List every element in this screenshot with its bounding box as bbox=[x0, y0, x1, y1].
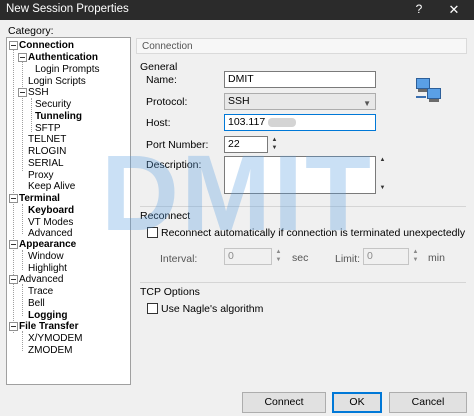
monitor-stand-icon bbox=[429, 99, 439, 102]
interval-spin-up-icon[interactable]: ▲ bbox=[274, 249, 283, 256]
category-tree[interactable]: Connection Authentication Login Prompts … bbox=[6, 37, 131, 385]
reconnect-checkbox-label[interactable]: Reconnect automatically if connection is… bbox=[161, 227, 465, 239]
description-scroll-down-icon[interactable]: ▼ bbox=[378, 185, 387, 192]
tree-item-login-scripts[interactable]: Login Scripts bbox=[28, 76, 86, 87]
nagle-checkbox-label[interactable]: Use Nagle's algorithm bbox=[161, 303, 263, 315]
name-label: Name: bbox=[146, 74, 177, 86]
tree-item-file-transfer[interactable]: File Transfer bbox=[19, 321, 78, 332]
tree-connector bbox=[13, 50, 14, 333]
tcp-options-label: TCP Options bbox=[140, 286, 200, 298]
tree-item-tunneling[interactable]: Tunneling bbox=[35, 111, 82, 122]
tree-item-security[interactable]: Security bbox=[35, 99, 71, 110]
panel-header: Connection bbox=[136, 38, 467, 54]
expand-toggle[interactable] bbox=[9, 322, 18, 331]
host-field[interactable]: 103.117 bbox=[224, 114, 376, 131]
tree-item-ssh[interactable]: SSH bbox=[28, 87, 49, 98]
network-cable-icon bbox=[416, 96, 426, 98]
protocol-select-value: SSH bbox=[228, 95, 250, 107]
expand-toggle[interactable] bbox=[9, 41, 18, 50]
port-spin-down-icon[interactable]: ▼ bbox=[270, 145, 279, 152]
tree-item-telnet[interactable]: TELNET bbox=[28, 134, 66, 145]
window-title: New Session Properties bbox=[6, 3, 129, 15]
description-field[interactable] bbox=[224, 156, 376, 194]
description-label: Description: bbox=[146, 159, 202, 171]
reconnect-group-label: Reconnect bbox=[140, 210, 191, 222]
separator bbox=[140, 282, 466, 283]
port-spin-up-icon[interactable]: ▲ bbox=[270, 137, 279, 144]
tree-item-vt-modes[interactable]: VT Modes bbox=[28, 217, 73, 228]
connect-button[interactable]: Connect bbox=[242, 392, 326, 413]
expand-toggle[interactable] bbox=[18, 88, 27, 97]
description-scroll-up-icon[interactable]: ▲ bbox=[378, 157, 387, 164]
tree-item-connection[interactable]: Connection bbox=[19, 40, 74, 51]
network-computers-icon bbox=[414, 76, 444, 104]
tree-item-zmodem[interactable]: ZMODEM bbox=[28, 345, 72, 356]
help-button[interactable]: ? bbox=[412, 2, 426, 16]
tree-item-window[interactable]: Window bbox=[28, 251, 64, 262]
tree-item-login-prompts[interactable]: Login Prompts bbox=[35, 64, 99, 75]
tree-connector bbox=[22, 331, 23, 351]
tree-item-serial[interactable]: SERIAL bbox=[28, 158, 64, 169]
limit-field[interactable]: 0 bbox=[363, 248, 409, 265]
tree-item-terminal-advanced[interactable]: Advanced bbox=[28, 228, 72, 239]
reconnect-checkbox[interactable] bbox=[147, 227, 158, 238]
interval-label: Interval: bbox=[160, 253, 198, 265]
port-label: Port Number: bbox=[146, 139, 209, 151]
port-field[interactable]: 22 bbox=[224, 136, 268, 153]
tree-connector bbox=[31, 98, 32, 132]
nagle-checkbox[interactable] bbox=[147, 303, 158, 314]
tree-item-rlogin[interactable]: RLOGIN bbox=[28, 146, 66, 157]
tree-item-keyboard[interactable]: Keyboard bbox=[28, 205, 74, 216]
expand-toggle[interactable] bbox=[9, 194, 18, 203]
category-label: Category: bbox=[8, 25, 54, 37]
interval-field[interactable]: 0 bbox=[224, 248, 272, 265]
host-label: Host: bbox=[146, 117, 171, 129]
tree-item-proxy[interactable]: Proxy bbox=[28, 170, 54, 181]
interval-spin-down-icon[interactable]: ▼ bbox=[274, 257, 283, 264]
limit-spin-down-icon[interactable]: ▼ bbox=[411, 257, 420, 264]
chevron-down-icon: ▼ bbox=[363, 99, 371, 108]
tree-item-sftp[interactable]: SFTP bbox=[35, 123, 61, 134]
tree-connector bbox=[22, 62, 23, 171]
tree-item-bell[interactable]: Bell bbox=[28, 298, 45, 309]
redacted-mask bbox=[268, 117, 297, 127]
computer-icon bbox=[427, 88, 441, 99]
separator bbox=[140, 206, 466, 207]
close-button[interactable]: ✕ bbox=[444, 0, 464, 20]
tree-connector bbox=[22, 204, 23, 234]
tree-connector bbox=[22, 250, 23, 270]
tree-item-trace[interactable]: Trace bbox=[28, 286, 53, 297]
general-group-label: General bbox=[140, 61, 178, 73]
tree-item-authentication[interactable]: Authentication bbox=[28, 52, 98, 63]
min-label: min bbox=[428, 252, 445, 264]
tree-item-logging[interactable]: Logging bbox=[28, 310, 67, 321]
expand-toggle[interactable] bbox=[9, 275, 18, 284]
tree-item-appearance[interactable]: Appearance bbox=[19, 239, 76, 250]
tree-connector bbox=[22, 284, 23, 316]
tree-item-xymodem[interactable]: X/YMODEM bbox=[28, 333, 82, 344]
cancel-button[interactable]: Cancel bbox=[389, 392, 467, 413]
tree-item-keep-alive[interactable]: Keep Alive bbox=[28, 181, 75, 192]
name-field[interactable]: DMIT bbox=[224, 71, 376, 88]
title-bar: New Session Properties ? ✕ bbox=[0, 0, 474, 20]
tree-item-terminal[interactable]: Terminal bbox=[19, 193, 60, 204]
sec-label: sec bbox=[292, 252, 309, 264]
ok-button[interactable]: OK bbox=[332, 392, 382, 413]
tree-item-highlight[interactable]: Highlight bbox=[28, 263, 67, 274]
limit-spin-up-icon[interactable]: ▲ bbox=[411, 249, 420, 256]
tree-item-advanced[interactable]: Advanced bbox=[19, 274, 63, 285]
limit-label: Limit: bbox=[335, 253, 361, 265]
protocol-label: Protocol: bbox=[146, 96, 188, 108]
protocol-select[interactable]: SSH ▼ bbox=[224, 93, 376, 110]
expand-toggle[interactable] bbox=[9, 240, 18, 249]
expand-toggle[interactable] bbox=[18, 53, 27, 62]
host-field-value: 103.117 bbox=[228, 116, 266, 128]
